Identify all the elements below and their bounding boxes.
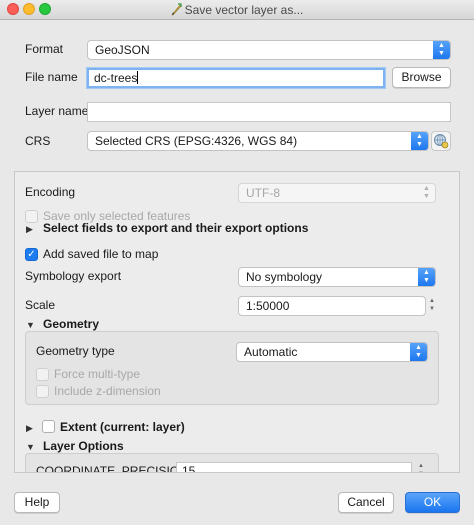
coordinate-precision-stepper[interactable]: ▲▼ (416, 462, 426, 472)
title-bar: Save vector layer as... (0, 0, 474, 20)
help-button[interactable]: Help (14, 492, 60, 513)
collapse-triangle-icon[interactable]: ▼ (26, 442, 35, 452)
coordinate-precision-label: COORDINATE_PRECISION (36, 464, 188, 473)
save-selected-checkbox[interactable] (25, 210, 38, 223)
file-name-label: File name (25, 70, 78, 84)
layer-options-group: COORDINATE_PRECISION 15 ▲▼ (25, 453, 439, 473)
scale-input[interactable]: 1:50000 (238, 296, 426, 316)
chevron-up-down-icon: ▲ ▼ (418, 268, 435, 286)
coordinate-precision-input[interactable]: 15 (176, 462, 412, 473)
format-label: Format (25, 42, 64, 56)
symbology-select[interactable]: No symbology ▲ ▼ (238, 267, 436, 287)
z-dimension-label: Include z-dimension (54, 384, 161, 398)
encoding-select[interactable]: UTF-8 ▲ ▼ (238, 183, 436, 203)
extent-checkbox[interactable] (42, 420, 55, 433)
format-value: GeoJSON (95, 43, 150, 57)
add-saved-checkbox[interactable]: ✓ (25, 248, 38, 261)
geometry-type-label: Geometry type (36, 344, 115, 358)
options-panel[interactable]: Encoding UTF-8 ▲ ▼ Save only selected fea… (14, 171, 460, 473)
symbology-value: No symbology (246, 270, 323, 284)
expand-triangle-icon[interactable]: ▶ (26, 423, 33, 434)
geometry-group: Geometry type Automatic ▲ ▼ Force multi-t… (25, 331, 439, 405)
add-saved-label: Add saved file to map (43, 247, 159, 261)
symbology-label: Symbology export (25, 269, 122, 283)
save-layer-icon (171, 3, 182, 16)
collapse-triangle-icon[interactable]: ▼ (26, 320, 35, 330)
chevron-up-down-icon: ▲ ▼ (410, 343, 427, 361)
geometry-type-select[interactable]: Automatic ▲ ▼ (236, 342, 428, 362)
chevron-up-down-icon: ▲ ▼ (423, 185, 430, 200)
encoding-value: UTF-8 (246, 186, 280, 200)
format-select[interactable]: GeoJSON ▲ ▼ (87, 40, 451, 60)
file-name-value: dc-trees (94, 71, 138, 85)
ok-button[interactable]: OK (405, 492, 460, 513)
globe-icon (434, 134, 449, 149)
chevron-up-down-icon: ▲ ▼ (433, 41, 450, 59)
crs-selector-button[interactable] (431, 131, 451, 151)
extent-label: Extent (current: layer) (60, 420, 185, 434)
text-caret (137, 71, 139, 84)
scale-value: 1:50000 (246, 299, 290, 313)
geometry-type-value: Automatic (244, 345, 298, 359)
force-multi-checkbox[interactable] (36, 368, 49, 381)
window-title-container: Save vector layer as... (0, 3, 474, 17)
scale-label: Scale (25, 298, 56, 312)
coordinate-precision-value: 15 (182, 464, 196, 473)
z-dimension-checkbox[interactable] (36, 385, 49, 398)
layer-name-label: Layer name (25, 104, 89, 118)
crs-value: Selected CRS (EPSG:4326, WGS 84) (95, 134, 298, 148)
layer-options-section-label[interactable]: Layer Options (43, 439, 124, 453)
geometry-section-label[interactable]: Geometry (43, 317, 99, 331)
browse-button[interactable]: Browse (392, 67, 451, 88)
layer-name-input[interactable] (87, 102, 451, 122)
crs-label: CRS (25, 134, 51, 148)
cancel-button[interactable]: Cancel (338, 492, 394, 513)
force-multi-label: Force multi-type (54, 367, 141, 381)
select-fields-label[interactable]: Select fields to export and their export… (43, 221, 308, 235)
scale-stepper[interactable]: ▲ ▼ (427, 297, 437, 315)
chevron-up-down-icon: ▲ ▼ (411, 132, 428, 150)
window-title: Save vector layer as... (184, 3, 304, 17)
file-name-input[interactable]: dc-trees (87, 68, 385, 88)
crs-select[interactable]: Selected CRS (EPSG:4326, WGS 84) ▲ ▼ (87, 131, 429, 151)
encoding-label: Encoding (25, 185, 76, 199)
expand-triangle-icon[interactable]: ▶ (26, 224, 33, 235)
